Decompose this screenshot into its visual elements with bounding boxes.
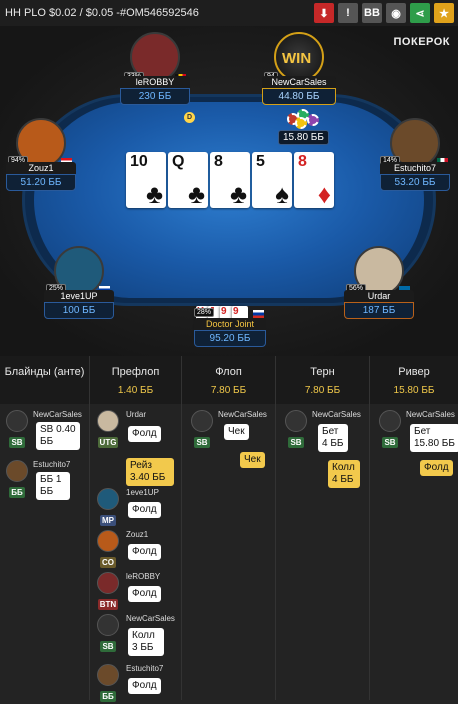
river-column: SB NewCarSales Бет 15.80 ББ Фолд <box>370 404 458 700</box>
star-icon: ★ <box>439 7 449 20</box>
avatar <box>97 530 119 552</box>
board-cards: 10 ♣ Q ♣ 8 ♣ 5 ♠ 8 ♦ <box>126 152 334 208</box>
seat-doctor-joint[interactable]: 28% Doctor Joint 95.20 ББ <box>194 308 266 347</box>
alert-icon: ! <box>346 7 350 19</box>
board-card: 5 ♠ <box>252 152 292 208</box>
win-badge: WIN <box>282 50 312 67</box>
avatar: WIN <box>274 32 324 82</box>
action-row: SB NewCarSales SB 0.40 ББ <box>3 410 82 450</box>
action-row: SB NewCarSales Бет 15.80 ББ <box>376 410 458 452</box>
turn-column: SB NewCarSales Бет 4 ББ Колл 4 ББ <box>276 404 370 700</box>
action-row: ББ Estuchito7 ББ 1 ББ <box>3 460 70 500</box>
action-row: CO Zouz1 Фолд <box>94 530 161 570</box>
blinds-column: SB NewCarSales SB 0.40 ББ ББ Estuchito7 … <box>0 404 90 700</box>
avatar <box>97 614 119 636</box>
flag-icon <box>253 310 264 318</box>
avatar <box>97 572 119 594</box>
alert-button[interactable]: ! <box>338 3 358 23</box>
avatar <box>379 410 401 432</box>
pot-amount: 15.80 ББ <box>278 130 329 145</box>
avatar <box>97 410 119 432</box>
action-row: SB NewCarSales Бет 4 ББ <box>282 410 361 452</box>
spy-icon: ◉ <box>391 7 401 20</box>
col-header-flop: Флоп 7.80 ББ <box>182 356 276 404</box>
col-header-turn: Терн 7.80 ББ <box>276 356 370 404</box>
avatar <box>97 664 119 686</box>
action-row: ББ Estuchito7 Фолд <box>94 664 163 704</box>
col-header-blinds: Блайнды (анте) <box>0 356 90 404</box>
share-button[interactable]: ⋖ <box>410 3 430 23</box>
download-button[interactable]: ⬇ <box>314 3 334 23</box>
avatar <box>97 488 119 510</box>
opponent-action: Колл 4 ББ <box>328 460 360 488</box>
action-row: UTG Urdar Фолд Рейз 3.40 ББ <box>94 410 174 486</box>
chip-stack-icon <box>283 107 323 129</box>
action-history: Блайнды (анте) Префлоп 1.40 ББ Флоп 7.80 Б… <box>0 356 458 702</box>
col-header-river: Ривер 15.80 ББ <box>370 356 458 404</box>
pokerok-logo: ПОКЕРОК <box>393 36 450 48</box>
avatar <box>6 410 28 432</box>
seat-urdar[interactable]: 56% Urdar 187 ББ <box>344 246 414 319</box>
action-row: SB NewCarSales Колл 3 ББ <box>94 614 175 656</box>
pot: 15.80 ББ <box>278 107 329 145</box>
opponent-action: Фолд <box>420 460 453 476</box>
favorite-button[interactable]: ★ <box>434 3 454 23</box>
spy-button[interactable]: ◉ <box>386 3 406 23</box>
board-card: Q ♣ <box>168 152 208 208</box>
seat-1eve1up[interactable]: 25% 1eve1UP 100 ББ <box>44 246 114 319</box>
board-card: 8 ♣ <box>210 152 250 208</box>
dealer-button: D <box>184 112 195 123</box>
download-icon: ⬇ <box>319 7 329 20</box>
flop-column: SB NewCarSales Чек Чек <box>182 404 276 700</box>
board-card: 8 ♦ <box>294 152 334 208</box>
avatar <box>285 410 307 432</box>
action-row: SB NewCarSales Чек <box>188 410 267 450</box>
hand-info: HH PLO $0.02 / $0.05 -#OM546592546 <box>5 7 199 19</box>
poker-table: ПОКЕРОК D 15.80 ББ 10♣ Q♣ 8♣ 5♠ 8♦ 33% l… <box>0 26 458 356</box>
seat-newcarsales[interactable]: WIN 94 NewCarSales 44.80 ББ <box>262 32 336 105</box>
top-bar: HH PLO $0.02 / $0.05 -#OM546592546 ⬇ ! B… <box>0 0 458 26</box>
seat-zouz1[interactable]: 94% Zouz1 51.20 ББ <box>6 118 76 191</box>
share-icon: ⋖ <box>415 7 425 20</box>
seat-lerobby[interactable]: 33% leROBBY 230 ББ <box>120 32 190 105</box>
seat-estuchito7[interactable]: 14% Estuchito7 53.20 ББ <box>380 118 450 191</box>
action-row: BTN leROBBY Фолд <box>94 572 161 612</box>
action-row: MP 1eve1UP Фолд <box>94 488 161 528</box>
avatar <box>191 410 213 432</box>
board-card: 10 ♣ <box>126 152 166 208</box>
col-header-preflop: Префлоп 1.40 ББ <box>90 356 182 404</box>
bb-toggle-button[interactable]: BB <box>362 3 382 23</box>
avatar <box>6 460 28 482</box>
opponent-action: Чек <box>240 452 265 468</box>
preflop-column: UTG Urdar Фолд Рейз 3.40 ББ MP 1eve1UP Ф… <box>90 404 182 702</box>
